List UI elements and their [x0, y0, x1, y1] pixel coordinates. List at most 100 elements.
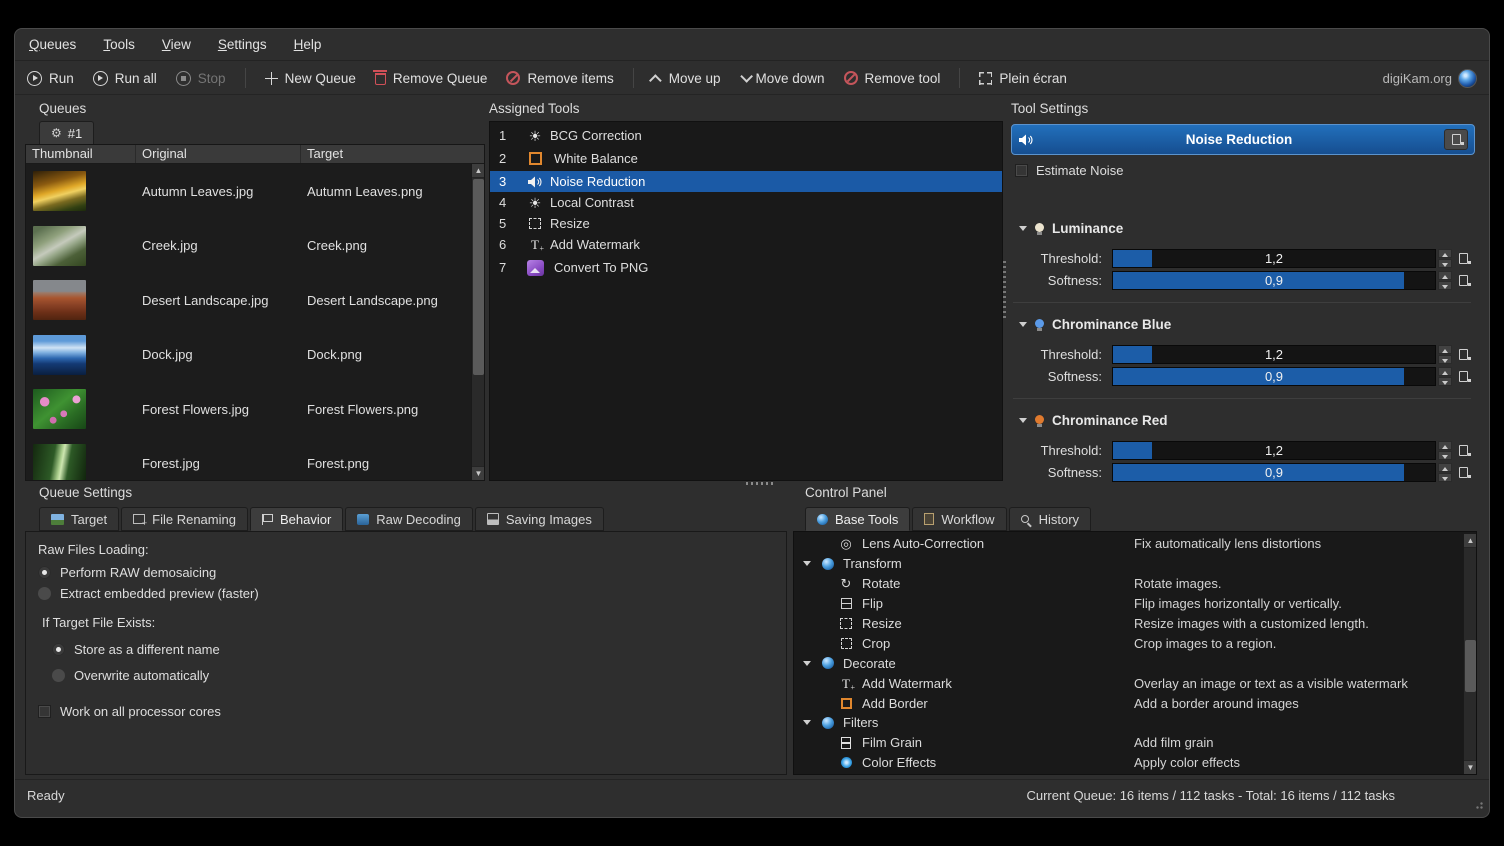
table-row[interactable]: Forest.jpgForest.png: [26, 437, 471, 481]
threshold-spinner[interactable]: [1438, 441, 1452, 460]
horizontal-splitter-handle[interactable]: [746, 482, 774, 485]
reset-icon[interactable]: [1459, 467, 1468, 478]
resize-grip[interactable]: [1472, 798, 1483, 809]
chrominance-blue-threshold-slider[interactable]: 1,2: [1112, 345, 1436, 364]
radio-extract-embedded-preview[interactable]: Extract embedded preview (faster): [38, 586, 259, 601]
radio-store-different-name[interactable]: Store as a different name: [52, 642, 220, 657]
menu-queues[interactable]: Queues: [29, 37, 76, 52]
run-all-button[interactable]: Run all: [93, 71, 157, 86]
tab-file-renaming[interactable]: File Renaming: [121, 507, 248, 531]
reset-tool-settings-button[interactable]: [1444, 129, 1468, 150]
group-row-filters[interactable]: Filters: [794, 713, 1463, 733]
tool-row-add-watermark[interactable]: TAdd Watermark Overlay an image or text …: [794, 673, 1463, 693]
scroll-up-icon[interactable]: ▲: [472, 164, 484, 178]
new-queue-button[interactable]: New Queue: [265, 71, 356, 86]
digikam-brand[interactable]: digiKam.org: [1383, 69, 1477, 88]
threshold-spinner[interactable]: [1438, 249, 1452, 268]
sphere-icon: [822, 717, 834, 729]
radio-overwrite-automatically[interactable]: Overwrite automatically: [52, 668, 209, 683]
reset-icon: [1452, 134, 1461, 145]
menu-help[interactable]: Help: [294, 37, 322, 52]
tab-history[interactable]: History: [1009, 507, 1091, 531]
queue-list-scrollbar[interactable]: ▲ ▼: [471, 164, 484, 480]
reset-icon[interactable]: [1459, 253, 1468, 264]
softness-spinner[interactable]: [1438, 271, 1452, 290]
base-tools-scrollbar[interactable]: ▲ ▼: [1463, 534, 1476, 774]
group-row-decorate[interactable]: Decorate: [794, 653, 1463, 673]
panel-splitter-handle[interactable]: [1003, 261, 1006, 321]
watermark-icon: T: [842, 677, 850, 690]
assigned-tool-white-balance[interactable]: 2 White Balance: [490, 146, 1002, 171]
tool-row-add-border[interactable]: Add Border Add a border around images: [794, 693, 1463, 713]
assigned-tool-noise-reduction[interactable]: 3 Noise Reduction: [490, 171, 1002, 192]
tab-workflow[interactable]: Workflow: [912, 507, 1006, 531]
tool-row-color-effects[interactable]: Color Effects Apply color effects: [794, 753, 1463, 773]
tool-row-flip[interactable]: Flip Flip images horizontally or vertica…: [794, 594, 1463, 614]
threshold-spinner[interactable]: [1438, 345, 1452, 364]
reset-icon[interactable]: [1459, 275, 1468, 286]
luminance-threshold-slider[interactable]: 1,2: [1112, 249, 1436, 268]
reset-icon[interactable]: [1459, 349, 1468, 360]
tool-row-crop[interactable]: Crop Crop images to a region.: [794, 633, 1463, 653]
expand-arrow-icon[interactable]: [803, 661, 811, 666]
tab-saving-images[interactable]: Saving Images: [475, 507, 604, 531]
reset-icon[interactable]: [1459, 371, 1468, 382]
remove-tool-button[interactable]: Remove tool: [844, 71, 941, 86]
chrominance-red-softness-slider[interactable]: 0,9: [1112, 463, 1436, 482]
move-up-button[interactable]: Move up: [653, 71, 721, 86]
radio-perform-raw-demosaicing[interactable]: Perform RAW demosaicing: [38, 565, 216, 580]
remove-items-button[interactable]: Remove items: [506, 71, 613, 86]
run-button[interactable]: Run: [27, 71, 74, 86]
tool-row-lens-auto-correction[interactable]: ◎Lens Auto-Correction Fix automatically …: [794, 534, 1463, 554]
table-row[interactable]: Dock.jpgDock.png: [26, 328, 471, 383]
tool-row-film-grain[interactable]: Film Grain Add film grain: [794, 733, 1463, 753]
assigned-tool-add-watermark[interactable]: 6 T Add Watermark: [490, 234, 1002, 255]
group-row-transform[interactable]: Transform: [794, 554, 1463, 574]
tab-base-tools[interactable]: Base Tools: [805, 507, 910, 531]
chevron-down-icon: [740, 70, 753, 83]
tab-behavior[interactable]: Behavior: [250, 507, 343, 531]
table-row[interactable]: Desert Landscape.jpgDesert Landscape.png: [26, 273, 471, 328]
table-row[interactable]: Forest Flowers.jpgForest Flowers.png: [26, 382, 471, 437]
section-chrominance-red[interactable]: Chrominance Red: [1019, 413, 1168, 428]
tool-row-resize[interactable]: Resize Resize images with a customized l…: [794, 614, 1463, 634]
column-thumbnail[interactable]: Thumbnail: [26, 145, 136, 163]
expand-arrow-icon[interactable]: [803, 720, 811, 725]
chrominance-blue-softness-slider[interactable]: 0,9: [1112, 367, 1436, 386]
tool-row-rotate[interactable]: ↻Rotate Rotate images.: [794, 574, 1463, 594]
tab-raw-decoding[interactable]: Raw Decoding: [345, 507, 473, 531]
expand-arrow-icon[interactable]: [803, 561, 811, 566]
remove-queue-button[interactable]: Remove Queue: [375, 71, 488, 86]
luminance-softness-slider[interactable]: 0,9: [1112, 271, 1436, 290]
softness-value: 0,9: [1113, 464, 1435, 482]
tab-target[interactable]: Target: [39, 507, 119, 531]
softness-spinner[interactable]: [1438, 463, 1452, 482]
lamp-icon: [1035, 223, 1044, 232]
estimate-noise-checkbox[interactable]: Estimate Noise: [1015, 163, 1123, 178]
table-row[interactable]: Autumn Leaves.jpgAutumn Leaves.png: [26, 164, 471, 219]
section-luminance[interactable]: Luminance: [1019, 221, 1123, 236]
chrominance-red-threshold-slider[interactable]: 1,2: [1112, 441, 1436, 460]
menu-tools[interactable]: Tools: [103, 37, 135, 52]
menu-settings[interactable]: Settings: [218, 37, 267, 52]
fullscreen-button[interactable]: Plein écran: [979, 71, 1067, 86]
queue-tab-1[interactable]: ⚙ #1: [39, 121, 94, 144]
softness-value: 0,9: [1113, 368, 1435, 386]
assigned-tool-convert-to-png[interactable]: 7 Convert To PNG: [490, 255, 1002, 280]
move-down-button[interactable]: Move down: [740, 71, 825, 86]
scroll-down-icon[interactable]: ▼: [472, 466, 484, 480]
column-original[interactable]: Original: [136, 145, 301, 163]
reset-icon[interactable]: [1459, 445, 1468, 456]
scroll-up-icon[interactable]: ▲: [1464, 534, 1477, 548]
assigned-tool-resize[interactable]: 5 Resize: [490, 213, 1002, 234]
menu-view[interactable]: View: [162, 37, 191, 52]
table-row[interactable]: Creek.jpgCreek.png: [26, 219, 471, 274]
column-target[interactable]: Target: [301, 145, 471, 163]
softness-spinner[interactable]: [1438, 367, 1452, 386]
resize-icon: [529, 218, 541, 229]
assigned-tool-bcg-correction[interactable]: 1 ☀ BCG Correction: [490, 125, 1002, 146]
assigned-tool-local-contrast[interactable]: 4 ☀ Local Contrast: [490, 192, 1002, 213]
section-chrominance-blue[interactable]: Chrominance Blue: [1019, 317, 1171, 332]
work-all-cores-checkbox[interactable]: Work on all processor cores: [38, 704, 221, 719]
scroll-down-icon[interactable]: ▼: [1464, 760, 1477, 774]
